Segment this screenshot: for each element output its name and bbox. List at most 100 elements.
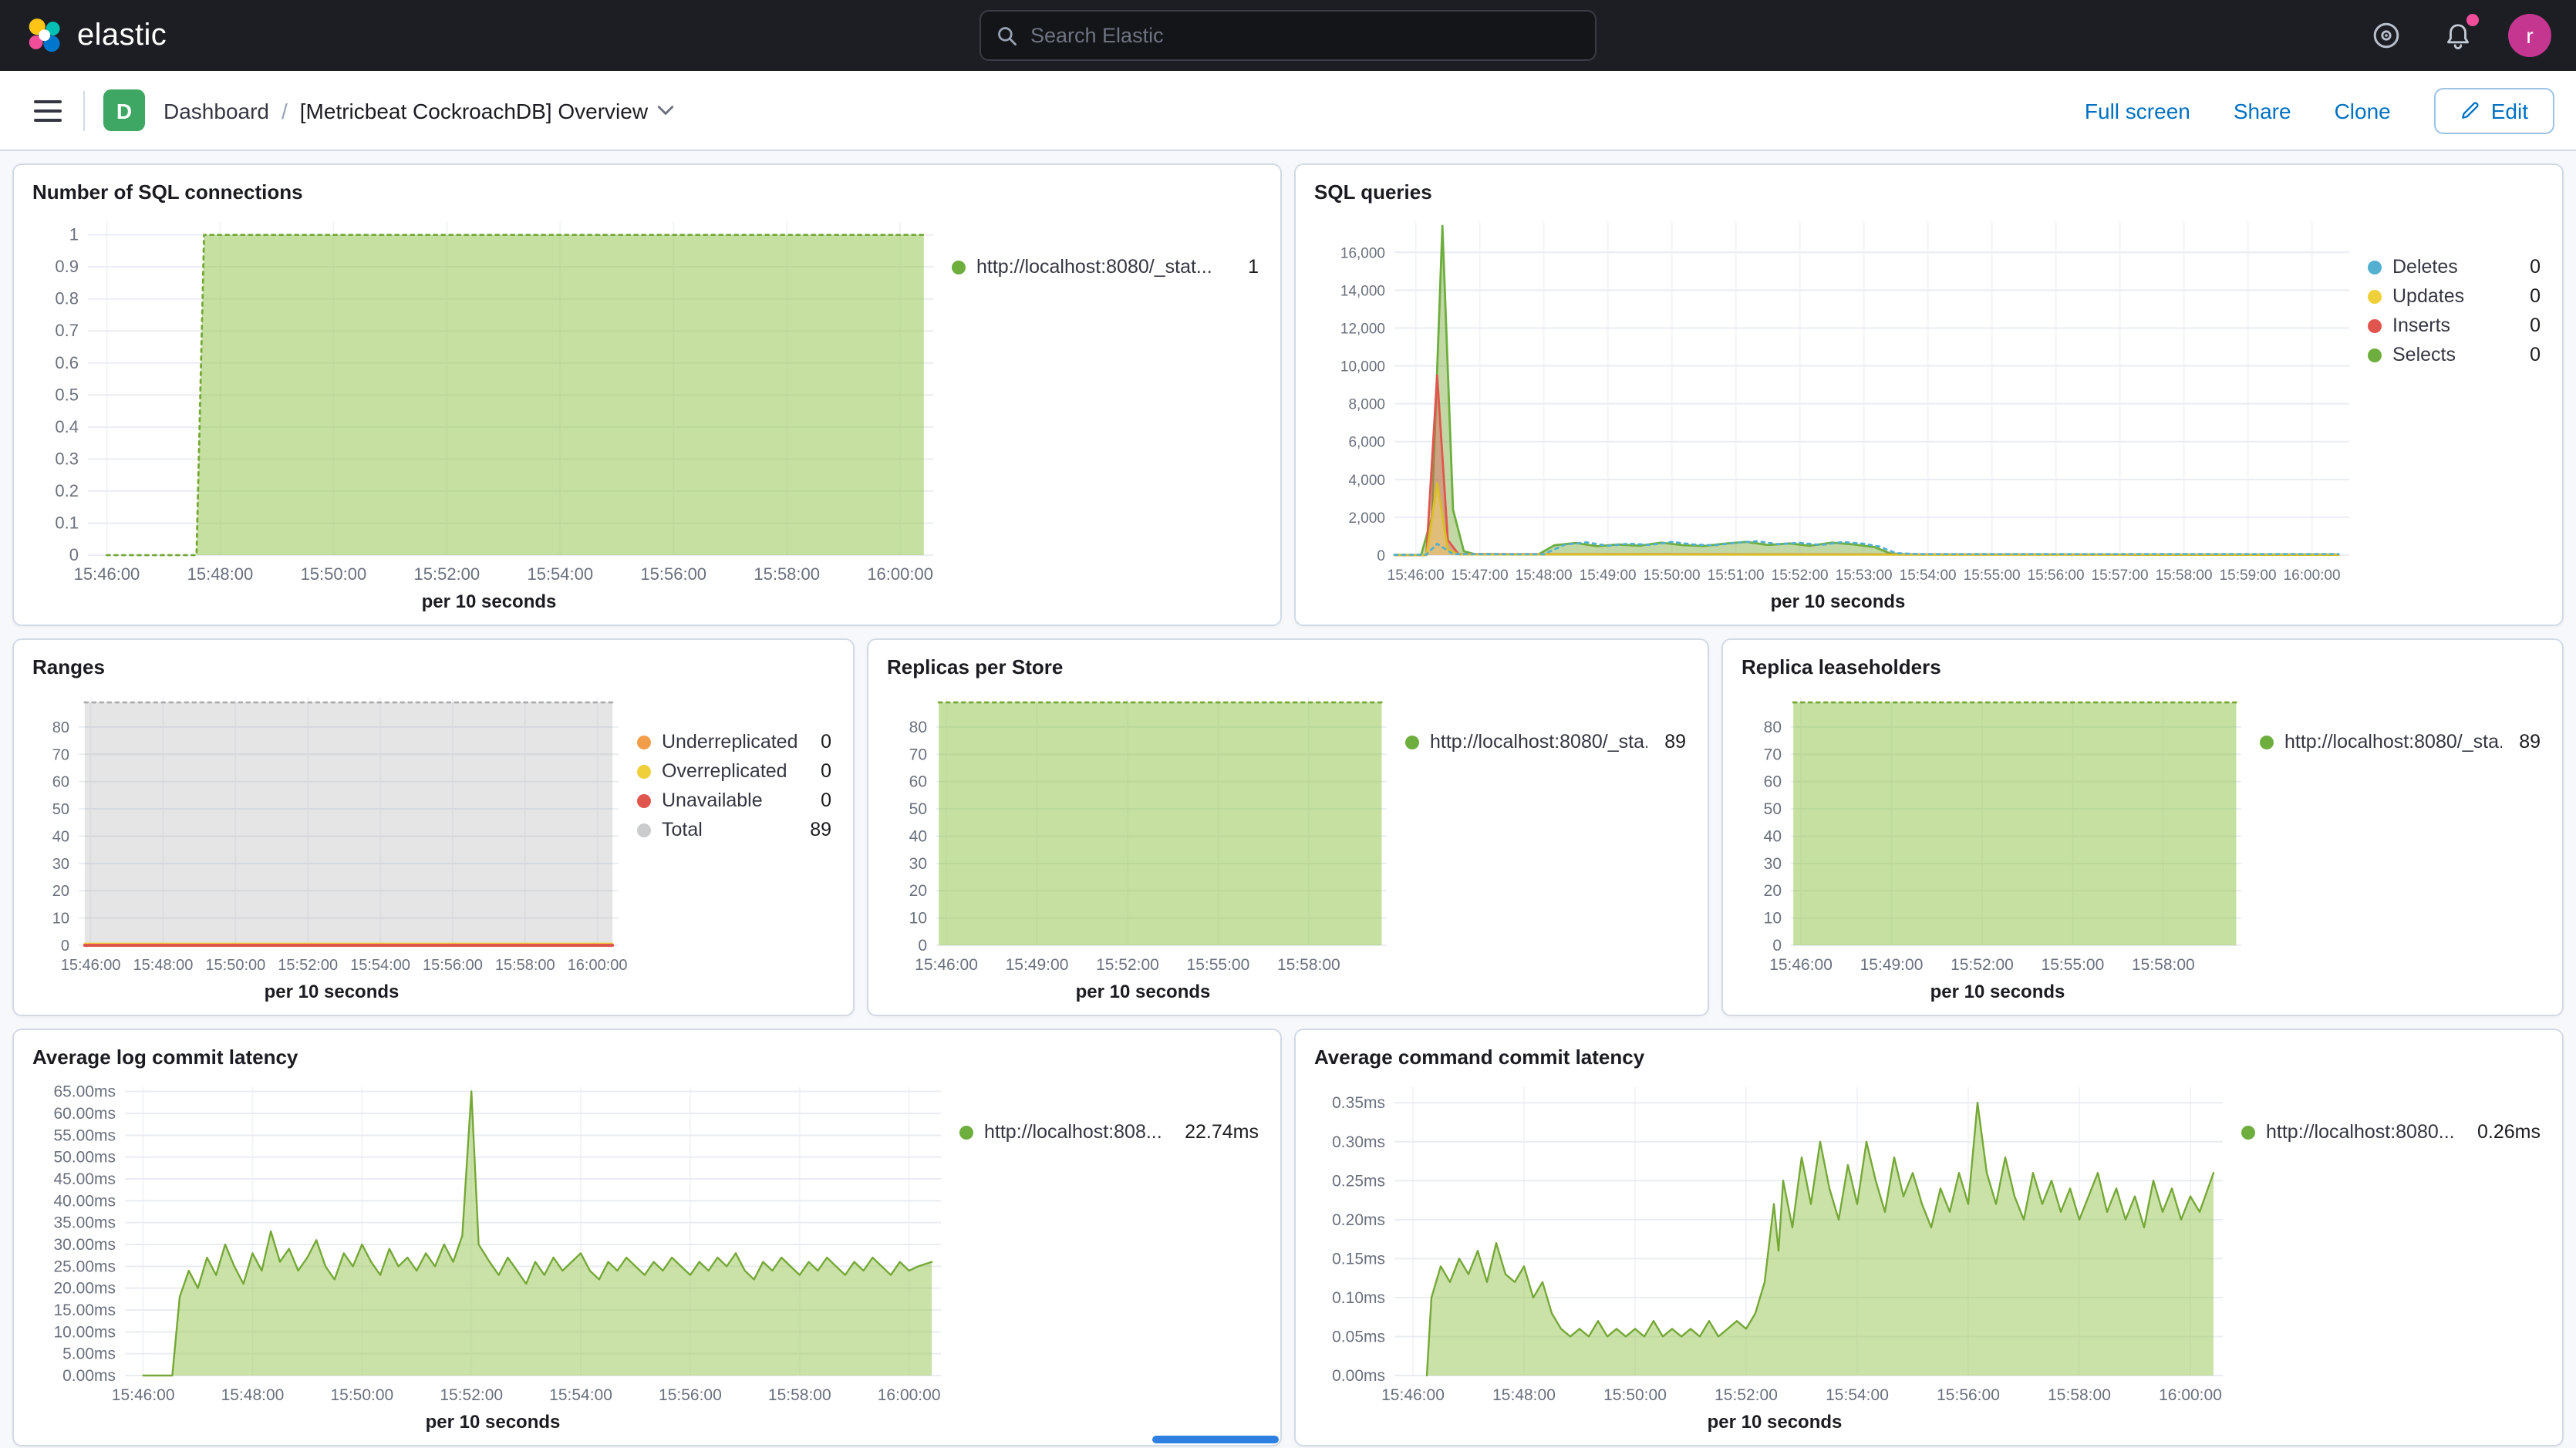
x-axis-label: per 10 seconds: [1308, 589, 2368, 615]
legend-item[interactable]: Updates0: [2368, 285, 2541, 307]
breadcrumb-separator: /: [282, 98, 288, 123]
svg-text:0.15ms: 0.15ms: [1332, 1250, 1385, 1268]
legend-color-dot: [959, 1125, 973, 1139]
search-input[interactable]: [1030, 24, 1580, 47]
edit-button[interactable]: Edit: [2434, 87, 2554, 133]
legend-item[interactable]: http://localhost:8080/_sta...89: [2260, 731, 2541, 753]
full-screen-button[interactable]: Full screen: [2085, 98, 2190, 123]
svg-text:15:56:00: 15:56:00: [1937, 1386, 2000, 1404]
svg-text:0: 0: [918, 937, 927, 955]
svg-text:15:46:00: 15:46:00: [915, 956, 978, 974]
svg-text:15:53:00: 15:53:00: [1836, 567, 1893, 584]
legend-value: 0: [2524, 285, 2541, 307]
panel-title[interactable]: Replica leaseholders: [1735, 652, 2550, 685]
svg-text:15:58:00: 15:58:00: [1277, 956, 1340, 974]
legend-item[interactable]: Underreplicated0: [637, 731, 831, 753]
svg-text:15:54:00: 15:54:00: [1826, 1386, 1889, 1404]
svg-text:15:46:00: 15:46:00: [1387, 567, 1445, 584]
svg-text:0.20ms: 0.20ms: [1332, 1211, 1385, 1229]
legend-item[interactable]: Inserts0: [2368, 315, 2541, 336]
svg-text:0.00ms: 0.00ms: [1332, 1367, 1385, 1385]
legend-item[interactable]: Selects0: [2368, 344, 2541, 365]
legend-item[interactable]: http://localhost:8080...0.26ms: [2241, 1121, 2541, 1143]
legend-item[interactable]: Overreplicated0: [637, 760, 831, 782]
svg-text:20: 20: [909, 882, 927, 900]
top-header: elastic: [0, 0, 2576, 71]
svg-text:0.5: 0.5: [55, 385, 79, 404]
legend-item[interactable]: http://localhost:8080/_sta...89: [1405, 731, 1686, 753]
replica-leaseholders-chart[interactable]: 0102030405060708015:46:0015:49:0015:52:0…: [1735, 685, 2260, 979]
legend-item[interactable]: Deletes0: [2368, 256, 2541, 278]
legend-color-dot: [2260, 735, 2274, 749]
svg-text:70: 70: [1764, 746, 1782, 763]
command-commit-latency-chart[interactable]: 0.00ms0.05ms0.10ms0.15ms0.20ms0.25ms0.30…: [1308, 1075, 2241, 1409]
svg-text:15:58:00: 15:58:00: [2132, 956, 2195, 974]
sql-queries-chart[interactable]: 02,0004,0006,0008,00010,00012,00014,0001…: [1308, 210, 2368, 589]
panel-replica-leaseholders: Replica leaseholders 0102030405060708015…: [1721, 638, 2564, 1016]
svg-text:0.30ms: 0.30ms: [1332, 1133, 1385, 1151]
chart-legend: http://localhost:8080...0.26ms: [2241, 1075, 2550, 1436]
help-icon: [2371, 20, 2402, 51]
legend-color-dot: [2368, 289, 2382, 303]
svg-text:16,000: 16,000: [1340, 245, 1385, 261]
x-axis-label: per 10 seconds: [26, 1409, 959, 1436]
legend-value: 89: [804, 819, 831, 840]
menu-button[interactable]: [22, 84, 74, 136]
search-box[interactable]: [979, 10, 1597, 61]
sql-connections-chart[interactable]: 00.10.20.30.40.50.60.70.80.9115:46:0015:…: [26, 210, 952, 589]
dashboard-app-badge[interactable]: D: [103, 89, 145, 131]
legend-label: http://localhost:808...: [984, 1121, 1168, 1143]
svg-text:15:55:00: 15:55:00: [2042, 956, 2105, 974]
legend-item[interactable]: Unavailable0: [637, 790, 831, 811]
notifications-button[interactable]: [2437, 15, 2477, 56]
svg-text:15:46:00: 15:46:00: [74, 564, 140, 584]
svg-text:0.9: 0.9: [55, 257, 79, 276]
svg-text:20.00ms: 20.00ms: [53, 1280, 116, 1298]
ranges-chart[interactable]: 0102030405060708015:46:0015:48:0015:50:0…: [26, 685, 637, 979]
panel-title[interactable]: Average log commit latency: [26, 1042, 1268, 1075]
legend-color-dot: [2241, 1125, 2255, 1139]
svg-text:0.35ms: 0.35ms: [1332, 1094, 1385, 1112]
panel-title[interactable]: Ranges: [26, 652, 841, 685]
svg-text:16:00:00: 16:00:00: [878, 1386, 941, 1404]
legend-item[interactable]: Total89: [637, 819, 831, 840]
svg-text:6,000: 6,000: [1348, 435, 1385, 451]
svg-text:50: 50: [1764, 800, 1782, 818]
panel-title[interactable]: Replicas per Store: [881, 652, 1695, 685]
x-axis-label: per 10 seconds: [881, 979, 1405, 1005]
share-button[interactable]: Share: [2234, 98, 2291, 123]
user-avatar[interactable]: r: [2508, 14, 2551, 57]
svg-text:15:54:00: 15:54:00: [1900, 567, 1957, 584]
x-axis-label: per 10 seconds: [26, 979, 637, 1005]
pencil-icon: [2460, 100, 2480, 120]
dashboard-title[interactable]: [Metricbeat CockroachDB] Overview: [300, 98, 674, 123]
svg-text:0: 0: [1772, 937, 1782, 955]
log-commit-latency-chart[interactable]: 0.00ms5.00ms10.00ms15.00ms20.00ms25.00ms…: [26, 1075, 959, 1409]
replicas-per-store-chart[interactable]: 0102030405060708015:46:0015:49:0015:52:0…: [881, 685, 1405, 979]
legend-item[interactable]: http://localhost:8080/_stat...1: [952, 256, 1259, 278]
svg-text:15:48:00: 15:48:00: [187, 564, 254, 584]
legend-value: 0: [814, 790, 831, 811]
svg-text:15:58:00: 15:58:00: [2156, 567, 2213, 584]
chart-legend: Deletes0 Updates0 Inserts0 Selects0: [2368, 210, 2550, 615]
legend-item[interactable]: http://localhost:808...22.74ms: [959, 1121, 1259, 1143]
brand-name: elastic: [77, 18, 167, 53]
svg-text:0.8: 0.8: [55, 289, 79, 308]
svg-text:40.00ms: 40.00ms: [53, 1192, 116, 1210]
clone-button[interactable]: Clone: [2335, 98, 2391, 123]
svg-text:10: 10: [52, 911, 69, 928]
panel-title[interactable]: Number of SQL connections: [26, 177, 1268, 210]
svg-text:0.3: 0.3: [55, 449, 79, 468]
legend-color-dot: [637, 823, 651, 837]
svg-text:60: 60: [909, 773, 927, 791]
elastic-brand[interactable]: elastic: [25, 15, 167, 56]
svg-text:15:49:00: 15:49:00: [1580, 567, 1637, 584]
legend-color-dot: [952, 260, 966, 274]
svg-text:14,000: 14,000: [1340, 283, 1385, 299]
panel-title[interactable]: Average command commit latency: [1308, 1042, 2550, 1075]
breadcrumb-dashboard-link[interactable]: Dashboard: [164, 98, 269, 123]
svg-text:0.25ms: 0.25ms: [1332, 1172, 1385, 1190]
panel-title[interactable]: SQL queries: [1308, 177, 2550, 210]
help-button[interactable]: [2366, 15, 2406, 56]
horizontal-scrollbar-thumb[interactable]: [1152, 1436, 1279, 1443]
